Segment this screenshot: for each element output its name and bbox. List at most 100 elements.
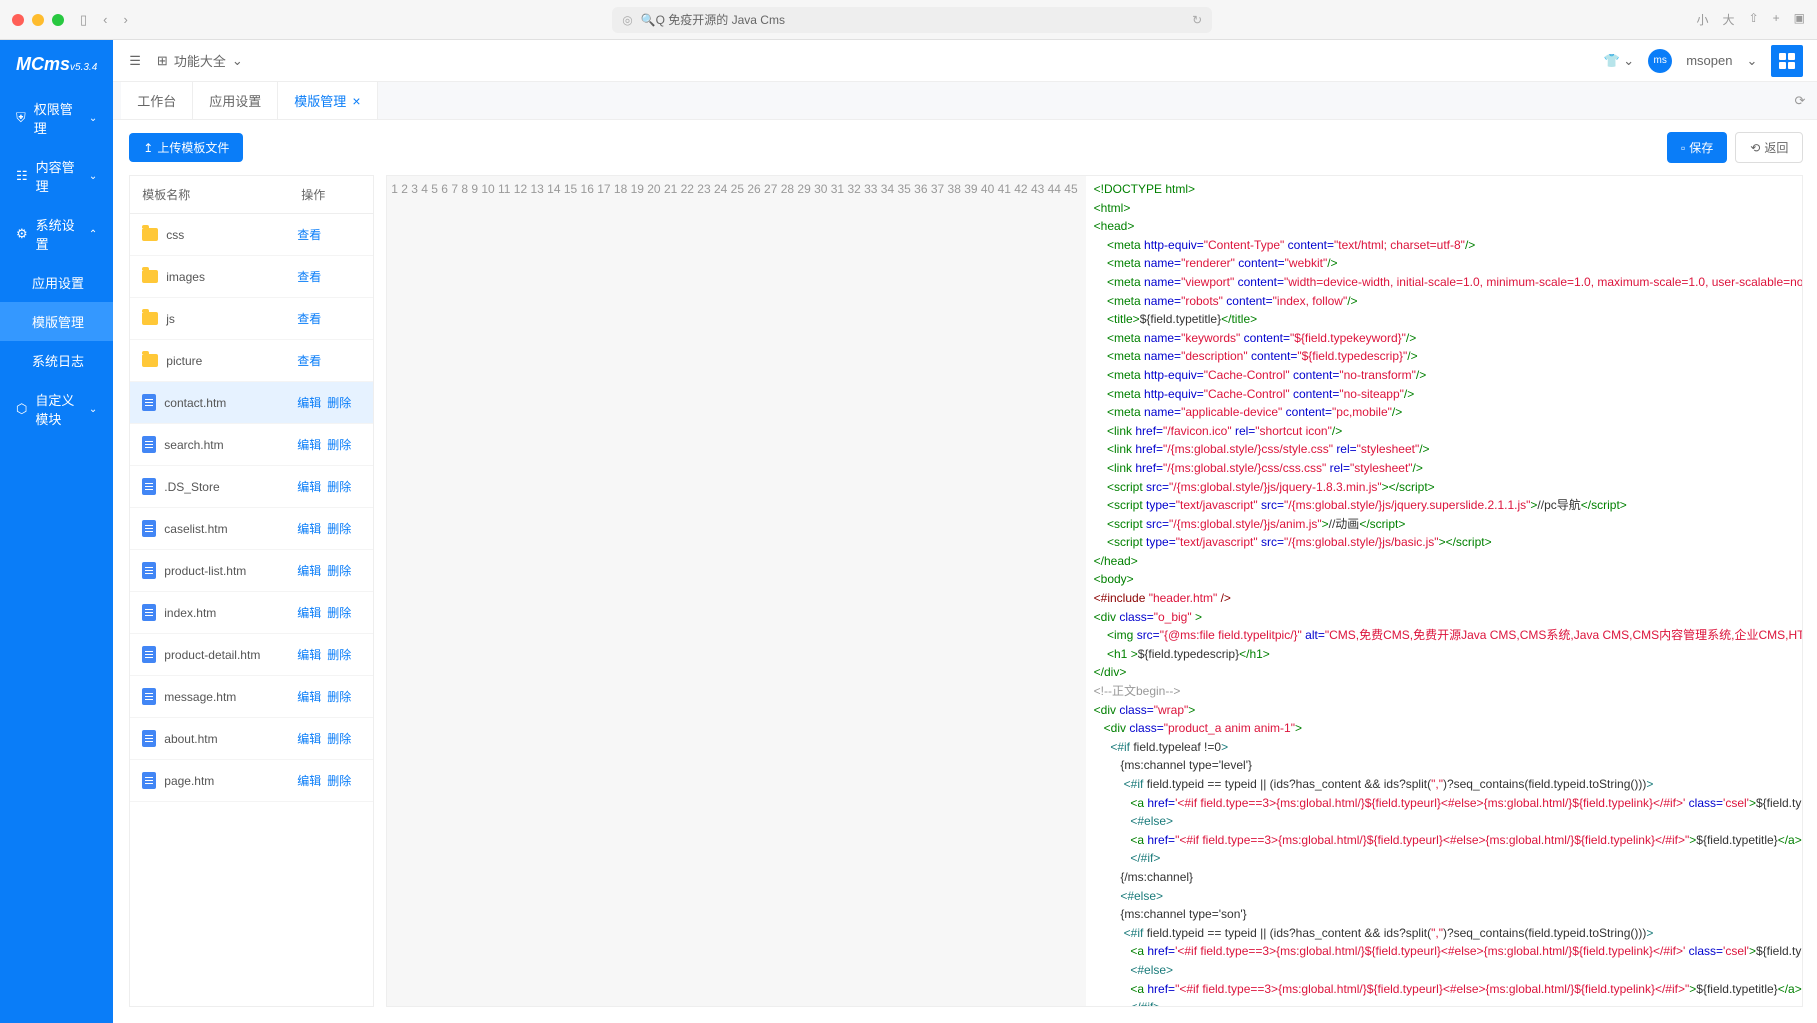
chrome-right: 小 大 ⇧ + ▣ — [1697, 11, 1805, 28]
file-row[interactable]: images查看 — [130, 256, 373, 298]
layers-icon: ☷ — [16, 168, 28, 184]
edit-link[interactable]: 编辑 — [297, 772, 321, 789]
edit-link[interactable]: 编辑 — [297, 646, 321, 663]
close-icon[interactable]: × — [352, 93, 360, 109]
tab-2[interactable]: 模版管理× — [278, 82, 377, 119]
maximize-window[interactable] — [52, 14, 64, 26]
file-icon — [142, 394, 156, 411]
sidebar-sub-应用设置[interactable]: 应用设置 — [0, 263, 113, 302]
view-link[interactable]: 查看 — [297, 268, 321, 285]
col-op: 操作 — [289, 176, 373, 213]
new-tab-icon[interactable]: + — [1773, 11, 1780, 28]
code-editor[interactable]: 1 2 3 4 5 6 7 8 9 10 11 12 13 14 15 16 1… — [386, 175, 1803, 1007]
refresh-icon[interactable]: ↻ — [1192, 13, 1202, 27]
shirt-icon[interactable]: 👕 ⌄ — [1604, 53, 1635, 69]
del-link[interactable]: 删除 — [327, 478, 351, 495]
del-link[interactable]: 删除 — [327, 436, 351, 453]
del-link[interactable]: 删除 — [327, 604, 351, 621]
sidebar-toggle-icon[interactable]: ▯ — [80, 12, 87, 28]
close-window[interactable] — [12, 14, 24, 26]
del-link[interactable]: 删除 — [327, 772, 351, 789]
col-name: 模板名称 — [130, 176, 289, 213]
del-link[interactable]: 删除 — [327, 562, 351, 579]
main: ☰ ⊞ 功能大全 ⌄ 👕 ⌄ ms msopen ⌄ 工作台应用设置模版管理× … — [113, 40, 1817, 1023]
view-link[interactable]: 查看 — [297, 226, 321, 243]
file-row[interactable]: product-detail.htm编辑删除 — [130, 634, 373, 676]
sidebar-sub-系统日志[interactable]: 系统日志 — [0, 341, 113, 380]
del-link[interactable]: 删除 — [327, 646, 351, 663]
view-link[interactable]: 查看 — [297, 310, 321, 327]
folder-icon — [142, 312, 158, 325]
del-link[interactable]: 删除 — [327, 688, 351, 705]
address-bar[interactable]: ◎ 🔍 Q 免疫开源的 Java Cms ↻ — [612, 7, 1212, 33]
file-row[interactable]: index.htm编辑删除 — [130, 592, 373, 634]
file-row[interactable]: js查看 — [130, 298, 373, 340]
topbar-right: 👕 ⌄ ms msopen ⌄ — [1604, 45, 1804, 77]
tab-refresh-icon[interactable]: ⟳ — [1780, 93, 1817, 109]
chevron-down-icon: ⌄ — [232, 53, 243, 69]
save-icon: ▫ — [1681, 141, 1685, 155]
view-link[interactable]: 查看 — [297, 352, 321, 369]
chevron-down-icon: ⌄ — [89, 404, 97, 415]
file-icon — [142, 436, 156, 453]
file-row[interactable]: product-list.htm编辑删除 — [130, 550, 373, 592]
file-row[interactable]: about.htm编辑删除 — [130, 718, 373, 760]
file-row[interactable]: .DS_Store编辑删除 — [130, 466, 373, 508]
sidebar-item-2[interactable]: ⚙系统设置⌃ — [0, 205, 113, 263]
edit-link[interactable]: 编辑 — [297, 730, 321, 747]
del-link[interactable]: 删除 — [327, 730, 351, 747]
file-row[interactable]: search.htm编辑删除 — [130, 424, 373, 466]
file-list[interactable]: css查看images查看js查看picture查看contact.htm编辑删… — [130, 214, 373, 1006]
tabs-icon[interactable]: ▣ — [1794, 11, 1805, 28]
tab-0[interactable]: 工作台 — [121, 82, 193, 119]
del-link[interactable]: 删除 — [327, 520, 351, 537]
chevron-down-icon[interactable]: ⌄ — [1746, 53, 1757, 69]
shield-icon: ◎ — [622, 13, 632, 27]
apps-button[interactable] — [1771, 45, 1803, 77]
file-row[interactable]: caselist.htm编辑删除 — [130, 508, 373, 550]
sidebar-item-0[interactable]: ⛨权限管理⌄ — [0, 89, 113, 147]
avatar[interactable]: ms — [1648, 49, 1672, 73]
chevron-down-icon: ⌄ — [89, 113, 97, 124]
upload-button[interactable]: ↥ 上传模板文件 — [129, 133, 243, 162]
edit-link[interactable]: 编辑 — [297, 604, 321, 621]
del-link[interactable]: 删除 — [327, 394, 351, 411]
window-controls — [12, 14, 64, 26]
edit-link[interactable]: 编辑 — [297, 520, 321, 537]
code-area[interactable]: <!DOCTYPE html> <html> <head> <meta http… — [1086, 176, 1803, 1006]
file-row[interactable]: page.htm编辑删除 — [130, 760, 373, 802]
file-icon — [142, 520, 156, 537]
sidebar-item-3[interactable]: ⬡自定义模块⌄ — [0, 380, 113, 438]
minimize-window[interactable] — [32, 14, 44, 26]
text-big[interactable]: 大 — [1723, 11, 1735, 28]
forward-icon[interactable]: › — [124, 12, 128, 28]
back-icon[interactable]: ‹ — [103, 12, 107, 28]
link-icon: ⟲ — [1750, 141, 1760, 155]
sidebar-item-1[interactable]: ☷内容管理⌄ — [0, 147, 113, 205]
sidebar-sub-模版管理[interactable]: 模版管理 — [0, 302, 113, 341]
username[interactable]: msopen — [1686, 53, 1732, 68]
share-icon[interactable]: ⇧ — [1749, 11, 1759, 28]
file-row[interactable]: contact.htm编辑删除 — [130, 382, 373, 424]
tabs: 工作台应用设置模版管理× ⟳ — [113, 82, 1817, 120]
save-button[interactable]: ▫ 保存 — [1667, 132, 1727, 163]
upload-icon: ↥ — [143, 141, 153, 155]
back-button[interactable]: ⟲ 返回 — [1735, 132, 1803, 163]
edit-link[interactable]: 编辑 — [297, 436, 321, 453]
topbar-menu[interactable]: ⊞ 功能大全 ⌄ — [157, 51, 243, 70]
file-icon — [142, 478, 156, 495]
sidebar: MCmsv5.3.4 ⛨权限管理⌄☷内容管理⌄⚙系统设置⌃应用设置模版管理系统日… — [0, 40, 113, 1023]
text-small[interactable]: 小 — [1697, 11, 1709, 28]
file-row[interactable]: picture查看 — [130, 340, 373, 382]
gear-icon: ⚙ — [16, 226, 28, 242]
edit-link[interactable]: 编辑 — [297, 478, 321, 495]
file-row[interactable]: css查看 — [130, 214, 373, 256]
edit-link[interactable]: 编辑 — [297, 562, 321, 579]
file-row[interactable]: message.htm编辑删除 — [130, 676, 373, 718]
hamburger-icon[interactable]: ☰ — [129, 53, 141, 69]
tab-1[interactable]: 应用设置 — [193, 82, 278, 119]
edit-link[interactable]: 编辑 — [297, 688, 321, 705]
file-icon — [142, 772, 156, 789]
edit-link[interactable]: 编辑 — [297, 394, 321, 411]
file-icon — [142, 730, 156, 747]
